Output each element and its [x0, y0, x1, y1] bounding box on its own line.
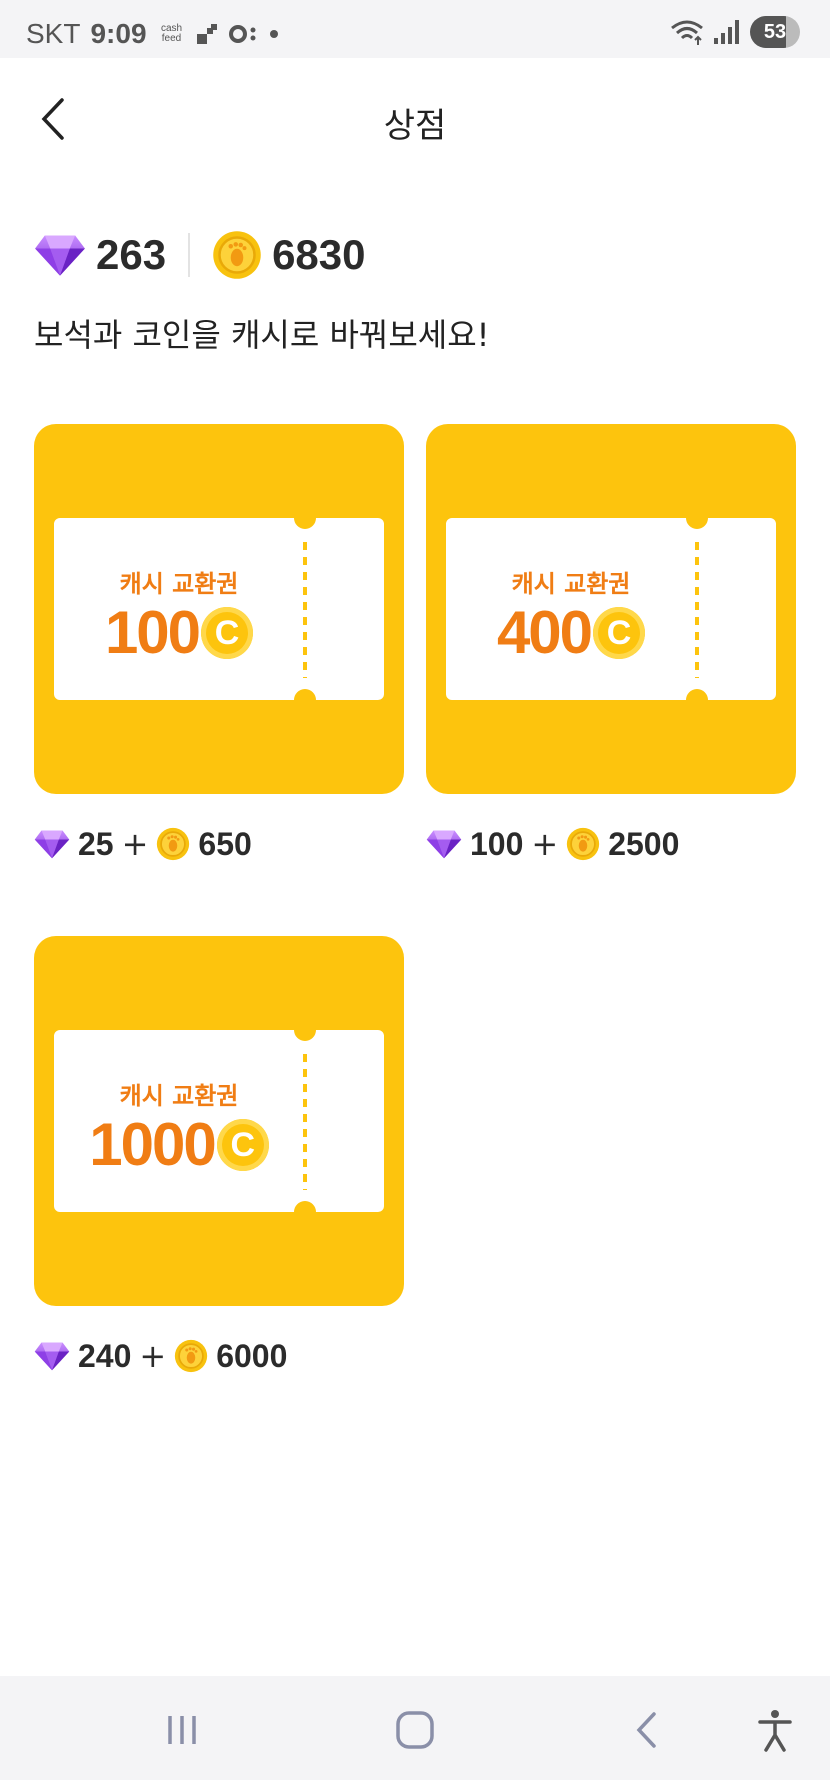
ticket-amount-value: 400: [496, 599, 593, 666]
page-title: 상점: [383, 106, 447, 146]
gem-icon: [426, 828, 462, 860]
ticket-amount-value: 100: [104, 599, 201, 666]
ticket-title: 캐시 교환권: [119, 570, 239, 598]
carrier-label: SKT: [26, 18, 81, 49]
cash-c-icon: C: [216, 1118, 269, 1171]
cash-c-icon: C: [201, 606, 254, 659]
more-notifications-dot-icon: [269, 30, 278, 38]
accessibility-icon: [758, 1710, 792, 1752]
product-card[interactable]: 캐시 교환권 400 C: [426, 424, 796, 794]
product-price: 240 + 6000: [34, 1336, 287, 1376]
status-bar: SKT 9:09 cash feed 53: [0, 0, 830, 58]
plus-sign: +: [139, 1337, 167, 1375]
status-right: 53: [670, 16, 800, 48]
product-card[interactable]: 캐시 교환권 1000 C: [34, 936, 404, 1306]
header: 상점: [0, 58, 830, 178]
coin-icon: [566, 827, 600, 861]
page-subtitle: 보석과 코인을 캐시로 바꿔보세요!: [34, 316, 490, 354]
ticket-amount: 100 C: [54, 598, 304, 667]
ticket-amount: 1000 C: [54, 1110, 304, 1179]
recents-icon: [168, 1716, 196, 1744]
gem-price: 25: [78, 825, 114, 862]
coin-price: 2500: [608, 825, 680, 862]
gem-balance: 263: [96, 231, 167, 278]
cash-voucher-ticket: 캐시 교환권 100 C: [54, 518, 384, 700]
product-price: 25 + 650: [34, 824, 252, 864]
gem-price: 100: [470, 825, 524, 862]
coin-balance: 6830: [272, 231, 366, 278]
home-button[interactable]: [390, 1708, 440, 1752]
ticket-title: 캐시 교환권: [511, 570, 631, 598]
cash-voucher-ticket: 캐시 교환권 400 C: [446, 518, 776, 700]
coin-icon: [212, 230, 262, 280]
signal-icon: [714, 20, 739, 44]
wifi-icon: [671, 20, 703, 45]
ticket-amount-value: 1000: [89, 1111, 216, 1178]
gallery-notification-icon: [196, 24, 217, 44]
toggle-notification-icon: [228, 25, 256, 43]
coin-icon: [156, 827, 190, 861]
balance-row: 263 6830: [34, 226, 366, 284]
plus-sign: +: [531, 825, 559, 863]
nav-back-button[interactable]: [622, 1708, 672, 1752]
balance-divider: [188, 233, 191, 277]
cash-c-icon: C: [593, 606, 646, 659]
ticket-title: 캐시 교환권: [119, 1082, 239, 1110]
gem-price: 240: [78, 1337, 132, 1374]
ticket-amount: 400 C: [446, 598, 696, 667]
nav-back-icon: [636, 1712, 656, 1748]
recents-button[interactable]: [158, 1708, 208, 1752]
plus-sign: +: [121, 825, 149, 863]
gem-icon: [34, 828, 70, 860]
cash-voucher-ticket: 캐시 교환권 1000 C: [54, 1030, 384, 1212]
accessibility-button[interactable]: [750, 1708, 800, 1752]
product-card[interactable]: 캐시 교환권 100 C: [34, 424, 404, 794]
cashfeed-notification-icon: cash feed: [160, 23, 183, 44]
coin-icon: [174, 1339, 208, 1373]
gem-icon: [34, 232, 86, 278]
system-navigation-bar: [0, 1676, 830, 1780]
battery-indicator: 53: [750, 16, 800, 48]
coin-price: 6000: [216, 1337, 288, 1374]
coin-price: 650: [198, 825, 252, 862]
status-left: SKT 9:09 cash feed: [26, 18, 279, 50]
home-icon: [396, 1711, 434, 1749]
product-price: 100 + 2500: [426, 824, 679, 864]
clock: 9:09: [90, 18, 147, 49]
gem-icon: [34, 1340, 70, 1372]
